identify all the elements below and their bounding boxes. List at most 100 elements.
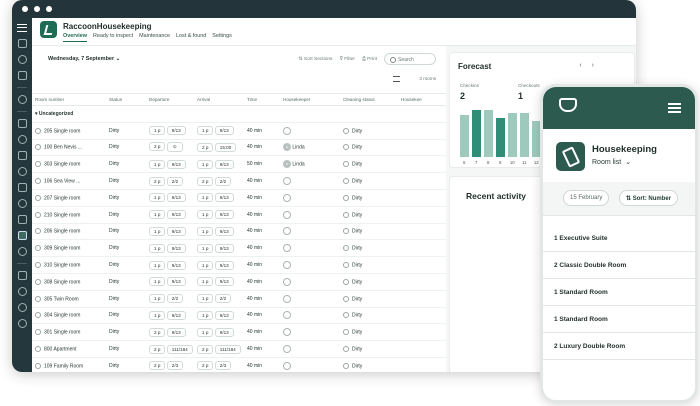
assign-housekeeper-icon[interactable]	[283, 227, 291, 236]
star-icon[interactable]	[17, 247, 27, 256]
help-icon[interactable]	[17, 319, 27, 328]
cleaning-status-icon[interactable]	[343, 211, 349, 218]
table-row[interactable]: 800 Apartment Dirty 2 p 111/184 2 p 111/…	[32, 340, 446, 358]
assign-housekeeper-icon[interactable]	[283, 277, 291, 286]
cleaning-status-icon[interactable]	[343, 278, 349, 285]
room-checkbox[interactable]	[35, 245, 41, 252]
table-row[interactable]: 109 Family Room Dirty 2 p 2/3 2 p 2/3 40…	[32, 357, 446, 372]
list-item[interactable]: 1 Executive Suite	[543, 226, 695, 252]
cleaning-status-icon[interactable]	[343, 312, 349, 319]
assign-housekeeper-icon[interactable]	[283, 210, 291, 219]
heart-icon[interactable]	[17, 303, 27, 312]
table-row[interactable]: 106 Sea View ... Dirty 2 p 2/2 2 p 2/2 4…	[32, 172, 446, 190]
tab-ready-to-inspect[interactable]: Ready to inspect	[93, 33, 133, 42]
money-icon[interactable]	[17, 167, 27, 176]
document-icon[interactable]	[17, 183, 27, 192]
filter-button[interactable]: ⊽ Filter	[339, 57, 355, 62]
table-row[interactable]: 206 Single room Dirty 1 p 9/13 1 p 9/13 …	[32, 223, 446, 241]
assign-housekeeper-icon[interactable]	[283, 244, 291, 253]
cleaning-status-icon[interactable]	[343, 144, 349, 151]
room-checkbox[interactable]	[35, 312, 41, 319]
tab-lost-found[interactable]: Lost & found	[176, 33, 206, 42]
col-time[interactable]: Time	[244, 93, 280, 106]
forecast-nav-arrows[interactable]: ‹ ›	[579, 62, 598, 69]
room-checkbox[interactable]	[35, 278, 41, 285]
sort-button[interactable]: ⇅ Sort: Number	[619, 190, 679, 206]
room-checkbox[interactable]	[35, 228, 41, 235]
list-item[interactable]: 2 Luxury Double Room	[543, 334, 695, 360]
cleaning-status-icon[interactable]	[343, 228, 349, 235]
tab-settings[interactable]: Settings	[212, 33, 231, 42]
date-button[interactable]: 15 February	[563, 190, 610, 206]
cleaning-status-icon[interactable]	[343, 161, 349, 168]
list-item[interactable]: 1 Standard Room	[543, 280, 695, 306]
table-row[interactable]: 207 Single room Dirty 1 p 9/13 1 p 9/13 …	[32, 189, 446, 207]
col-cleaning-status[interactable]: Cleaning status	[340, 93, 398, 106]
table-row[interactable]: 303 Single room Dirty 1 p 9/13 1 p 9/13 …	[32, 155, 446, 174]
table-row[interactable]: 205 Single room Dirty 1 p 9/13 1 p 9/13 …	[32, 122, 446, 140]
room-list-dropdown[interactable]: Room list ⌄	[592, 158, 631, 166]
table-row[interactable]: 210 Single room Dirty 1 p 9/13 1 p 9/13 …	[32, 206, 446, 224]
cleaning-status-icon[interactable]	[343, 177, 349, 184]
assign-housekeeper-icon[interactable]	[283, 261, 291, 270]
view-toggle-icon[interactable]	[393, 76, 400, 82]
room-checkbox[interactable]	[35, 261, 41, 268]
table-row[interactable]: 305 Twin Room Dirty 1 p 2/2 1 p 2/2 40 m…	[32, 290, 446, 308]
cleaning-status-icon[interactable]	[343, 329, 349, 336]
table-row[interactable]: 309 Single room Dirty 1 p 9/13 1 p 9/13 …	[32, 239, 446, 258]
raccoon-icon[interactable]	[17, 271, 27, 280]
date-picker[interactable]: Wednesday, 7 September ⌄	[48, 56, 120, 62]
table-row[interactable]: 310 Single room Dirty 1 p 9/13 1 p 9/13 …	[32, 256, 446, 274]
housekeeping-icon[interactable]	[17, 231, 27, 240]
assign-housekeeper-icon[interactable]	[283, 345, 291, 354]
search-input[interactable]: Search	[384, 53, 436, 65]
chart-icon[interactable]	[17, 199, 27, 208]
room-checkbox[interactable]	[35, 295, 41, 302]
menu-icon[interactable]	[668, 103, 681, 113]
tools-icon[interactable]	[17, 95, 27, 104]
col-room-number[interactable]: Room number	[32, 93, 106, 106]
transfer-icon[interactable]	[17, 287, 27, 296]
tab-maintenance[interactable]: Maintenance	[139, 33, 170, 42]
assign-housekeeper-icon[interactable]	[283, 294, 291, 303]
col-housekeeper[interactable]: Housekeeper	[280, 93, 340, 106]
sort-sections-button[interactable]: ⇅ Sort Sections	[299, 57, 333, 62]
room-checkbox[interactable]	[35, 144, 41, 151]
room-checkbox[interactable]	[35, 177, 41, 184]
assign-housekeeper-icon[interactable]	[283, 328, 291, 337]
room-icon[interactable]	[17, 151, 27, 160]
cleaning-status-icon[interactable]	[343, 261, 349, 268]
assign-housekeeper-icon[interactable]	[283, 311, 291, 320]
print-button[interactable]: ⎙ Print	[362, 56, 377, 62]
cleaning-status-icon[interactable]	[343, 245, 349, 252]
room-checkbox[interactable]	[35, 211, 41, 218]
room-checkbox[interactable]	[35, 345, 41, 352]
assign-housekeeper-icon[interactable]	[283, 177, 291, 186]
window-dot[interactable]	[34, 6, 40, 12]
guest-icon[interactable]	[17, 135, 27, 144]
menu-icon[interactable]	[17, 24, 27, 32]
assign-housekeeper-icon[interactable]	[283, 193, 291, 202]
list-item[interactable]: 2 Classic Double Room	[543, 253, 695, 279]
cleaning-status-icon[interactable]	[343, 194, 349, 201]
dashboard-icon[interactable]	[17, 39, 27, 48]
cleaning-status-icon[interactable]	[343, 127, 349, 134]
room-checkbox[interactable]	[35, 329, 41, 336]
col-arrival[interactable]: Arrival	[194, 93, 244, 106]
group-row[interactable]: ▾ Uncategorized	[32, 105, 446, 123]
window-dot[interactable]	[46, 6, 52, 12]
cleaning-status-icon[interactable]	[343, 295, 349, 302]
col-status[interactable]: Status	[106, 93, 146, 106]
calendar-icon[interactable]	[17, 55, 27, 64]
list-item[interactable]: 1 Standard Room	[543, 307, 695, 333]
table-row[interactable]: 100 Ben Nevis ... Dirty 2 p ⊙ 2 p 15:00 …	[32, 139, 446, 157]
cleaning-status-icon[interactable]	[343, 345, 349, 352]
table-row[interactable]: 308 Single room Dirty 1 p 9/13 1 p 9/13 …	[32, 273, 446, 291]
room-checkbox[interactable]	[35, 362, 41, 369]
assign-housekeeper-icon[interactable]	[283, 361, 291, 370]
room-checkbox[interactable]	[35, 194, 41, 201]
tab-overview[interactable]: Overview	[63, 33, 87, 42]
table-row[interactable]: 304 Single room Dirty 1 p 9/13 1 p 9/13 …	[32, 307, 446, 325]
assign-housekeeper-icon[interactable]	[283, 126, 291, 135]
cleaning-status-icon[interactable]	[343, 362, 349, 369]
